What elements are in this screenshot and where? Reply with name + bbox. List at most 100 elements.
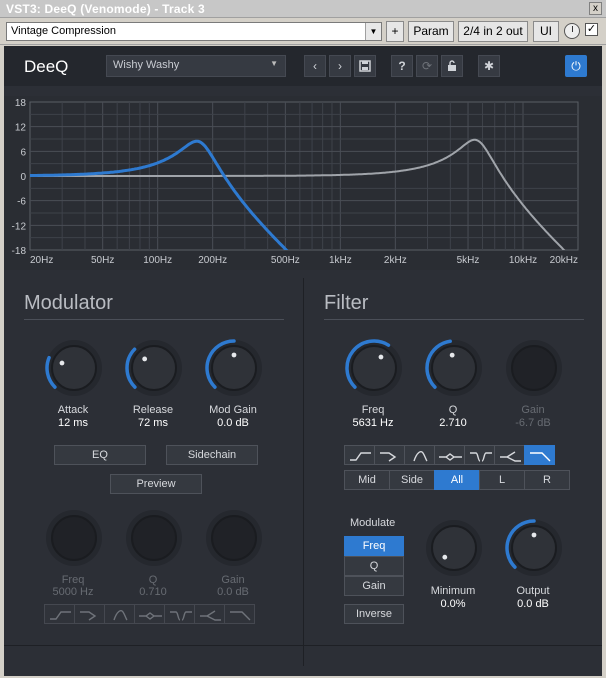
- preview-button[interactable]: Preview: [110, 474, 202, 494]
- sidechain-button[interactable]: Sidechain: [166, 445, 258, 465]
- filter-freq-knob[interactable]: Freq 5631 Hz: [344, 338, 404, 429]
- host-preset-select[interactable]: Vintage Compression ▼: [6, 22, 382, 41]
- mod-gain-knob-graphic[interactable]: [204, 338, 264, 398]
- filter-bandpass-icon[interactable]: [404, 445, 435, 465]
- channel-left-button[interactable]: L: [479, 470, 525, 490]
- modulate-q-button[interactable]: Q: [344, 556, 404, 576]
- x-tick-label: 20kHz: [550, 255, 578, 266]
- help-icon[interactable]: ?: [391, 55, 413, 77]
- modulator-divider: [24, 319, 284, 320]
- x-tick-label: 10kHz: [509, 255, 537, 266]
- output-knob[interactable]: Output 0.0 dB: [504, 518, 564, 610]
- attack-value: 12 ms: [58, 417, 88, 429]
- channel-side-button[interactable]: Side: [389, 470, 435, 490]
- y-tick-label: -12: [12, 221, 27, 232]
- knob-indicator: [378, 354, 384, 360]
- x-tick-label: 2kHz: [384, 255, 407, 266]
- minimum-knob[interactable]: Minimum 0.0%: [424, 518, 484, 610]
- prev-preset-icon[interactable]: ‹: [304, 55, 326, 77]
- filter-notch-icon[interactable]: [464, 445, 495, 465]
- mod-eq-bell-icon[interactable]: [134, 604, 165, 624]
- x-tick-label: 500Hz: [271, 255, 300, 266]
- mod-eq-notch-icon[interactable]: [164, 604, 195, 624]
- filter-q-label: Q: [448, 404, 458, 416]
- mod-eq-gain-label: Gain: [221, 574, 245, 586]
- mod-eq-high-shelf-icon[interactable]: [194, 604, 225, 624]
- filter-low-cut-icon[interactable]: [374, 445, 405, 465]
- enable-checkbox[interactable]: ✓: [585, 23, 598, 36]
- minimum-knob-graphic[interactable]: [424, 518, 484, 578]
- filter-freq-knob-graphic[interactable]: [344, 338, 404, 398]
- y-tick-label: 6: [20, 147, 26, 158]
- save-icon[interactable]: [354, 55, 376, 77]
- next-preset-icon[interactable]: ›: [329, 55, 351, 77]
- release-knob-graphic[interactable]: [124, 338, 184, 398]
- mod-eq-freq-label: Freq: [61, 574, 85, 586]
- release-knob[interactable]: Release 72 ms: [124, 338, 184, 429]
- filter-title: Filter: [324, 292, 369, 314]
- mod-eq-freq-knob-graphic[interactable]: [44, 508, 104, 568]
- refresh-icon[interactable]: ⟳: [416, 55, 438, 77]
- modulator-title: Modulator: [24, 292, 113, 314]
- ui-button[interactable]: UI: [533, 21, 559, 42]
- output-label: Output: [516, 585, 550, 597]
- output-value: 0.0 dB: [517, 598, 549, 610]
- mod-gain-knob[interactable]: Mod Gain 0.0 dB: [204, 338, 264, 429]
- mod-eq-q-knob[interactable]: Q 0.710: [124, 508, 184, 598]
- filter-gain-knob-graphic[interactable]: [504, 338, 564, 398]
- mod-eq-gain-knob-graphic[interactable]: [204, 508, 264, 568]
- lock-icon[interactable]: [441, 55, 463, 77]
- caret-down-icon: ▼: [270, 59, 278, 68]
- mod-eq-q-label: Q: [148, 574, 158, 586]
- add-button[interactable]: +: [386, 21, 404, 42]
- filter-low-shelf-icon[interactable]: [344, 445, 375, 465]
- eq-graph[interactable]: 18 12 6 0 -6 -12 -18 20Hz 50Hz 100Hz 200Hz 500Hz 1kH…: [4, 96, 602, 270]
- eq-button[interactable]: EQ: [54, 445, 146, 465]
- filter-q-knob-graphic[interactable]: [424, 338, 484, 398]
- knob-indicator: [449, 352, 455, 358]
- channel-mid-button[interactable]: Mid: [344, 470, 390, 490]
- plugin-header: DeeQ Wishy Washy ▼ ‹ › ? ⟳ ✱ ⏻: [4, 46, 602, 86]
- channel-right-button[interactable]: R: [524, 470, 570, 490]
- filter-q-value: 2.710: [439, 417, 467, 429]
- filter-q-knob[interactable]: Q 2.710: [424, 338, 484, 429]
- mod-eq-high-cut-icon[interactable]: [224, 604, 255, 624]
- gear-icon[interactable]: ✱: [478, 55, 500, 77]
- mod-eq-q-knob-graphic[interactable]: [124, 508, 184, 568]
- filter-high-shelf-icon[interactable]: [494, 445, 525, 465]
- mod-eq-low-shelf-icon[interactable]: [44, 604, 75, 624]
- host-toolbar: Vintage Compression ▼ + Param 2/4 in 2 o…: [0, 18, 606, 45]
- y-tick-label: 12: [15, 123, 27, 134]
- filter-bell-icon[interactable]: [434, 445, 465, 465]
- modulate-freq-button[interactable]: Freq: [344, 536, 404, 556]
- io-button[interactable]: 2/4 in 2 out: [458, 21, 528, 42]
- param-button[interactable]: Param: [408, 21, 454, 42]
- inverse-button[interactable]: Inverse: [344, 604, 404, 624]
- channel-all-button[interactable]: All: [434, 470, 480, 490]
- channel-selector: Mid Side All L R: [344, 470, 570, 490]
- close-icon[interactable]: x: [589, 2, 602, 15]
- plugin-preset-select[interactable]: Wishy Washy ▼: [106, 55, 286, 77]
- power-icon[interactable]: ⏻: [565, 55, 587, 77]
- wet-dry-knob-icon[interactable]: [564, 23, 580, 39]
- chevron-down-icon[interactable]: ▼: [365, 23, 381, 40]
- filter-freq-label: Freq: [361, 404, 385, 416]
- plugin-panel: DeeQ Wishy Washy ▼ ‹ › ? ⟳ ✱ ⏻ 18 12 6 0 -6 -…: [4, 46, 602, 676]
- filter-gain-knob[interactable]: Gain -6.7 dB: [504, 338, 564, 429]
- attack-knob[interactable]: Attack 12 ms: [44, 338, 104, 429]
- minimum-value: 0.0%: [440, 598, 466, 610]
- mod-eq-gain-knob[interactable]: Gain 0.0 dB: [204, 508, 264, 598]
- attack-knob-graphic[interactable]: [44, 338, 104, 398]
- release-label: Release: [132, 404, 174, 416]
- knob-indicator: [531, 532, 537, 538]
- mod-eq-freq-value: 5000 Hz: [52, 586, 94, 598]
- mod-eq-shape-selector: [44, 604, 255, 624]
- mod-eq-bandpass-icon[interactable]: [104, 604, 135, 624]
- modulate-gain-button[interactable]: Gain: [344, 576, 404, 596]
- mod-eq-freq-knob[interactable]: Freq 5000 Hz: [44, 508, 104, 598]
- filter-high-cut-icon[interactable]: [524, 445, 555, 465]
- mod-eq-gain-value: 0.0 dB: [217, 586, 249, 598]
- mod-eq-low-cut-icon[interactable]: [74, 604, 105, 624]
- mod-gain-label: Mod Gain: [209, 404, 257, 416]
- output-knob-graphic[interactable]: [504, 518, 564, 578]
